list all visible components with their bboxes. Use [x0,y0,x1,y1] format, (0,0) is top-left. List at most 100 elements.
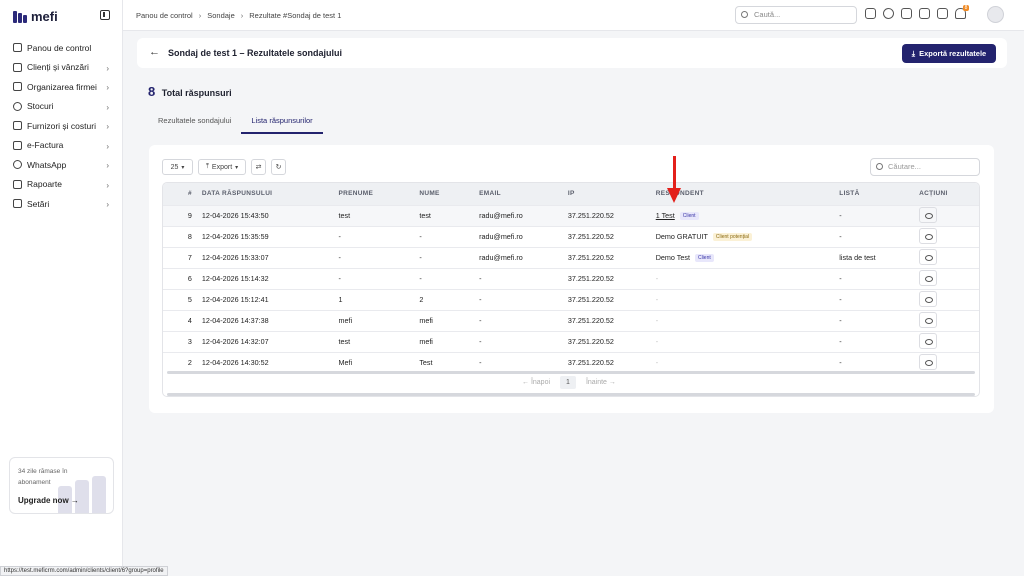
sidebar-item-label: Stocuri [27,101,54,112]
sidebar-nav: Panou de control Clienți și vânzări › Organ… [0,38,123,214]
export-dropdown-button[interactable]: ⤒ Export ▾ [198,159,246,175]
sidebar-item[interactable]: Rapoarte › [0,175,123,195]
respondent-cell: - [651,309,836,331]
chevron-down-icon: ▾ [181,164,185,171]
table-row[interactable]: 8 12-04-2026 15:35:59- - radu@mefi.ro 37.251… [163,225,979,247]
sidebar-item[interactable]: Panou de control [0,38,123,58]
gear-icon [13,199,22,209]
tab-responses-list[interactable]: Lista răspunsurilor [241,112,323,134]
sidebar-item[interactable]: WhatsApp › [0,155,123,175]
sidebar-item-label: WhatsApp [27,159,67,170]
respondent-link[interactable]: Demo Test [656,253,690,262]
total-responses: 8 Total răspunsuri [148,84,232,99]
tab-survey-results[interactable]: Rezultatele sondajului [148,112,241,134]
breadcrumb-item[interactable]: Sondaje [207,11,235,20]
column-header-email[interactable]: EMAIL [475,183,564,205]
list-cell: lista de test [835,246,916,268]
column-header-actions: ACȚIUNI [919,190,948,198]
last-name-cell: test [415,204,476,226]
table-row[interactable]: 6 12-04-2026 15:14:32- - -37.251.220.52- - [163,267,979,289]
bell-icon[interactable]: 8 [955,5,969,19]
report-icon [13,179,22,189]
first-name-cell: - [334,225,416,247]
avatar[interactable] [987,6,1004,23]
horizontal-scrollbar-bottom[interactable] [167,393,975,396]
column-header-list[interactable]: LISTĂ [835,183,915,205]
truck-icon [13,121,22,131]
chevron-right-icon: › [106,63,109,73]
export-results-button[interactable]: ⤓ Exportă rezultatele [902,44,996,63]
timer-icon[interactable] [883,8,894,19]
view-eye-icon[interactable] [919,332,938,349]
calendar-icon[interactable] [901,8,912,19]
sidebar-item-label: Furnizori și costuri [27,120,96,131]
respondent-link: - [655,358,659,368]
swap-columns-icon[interactable]: ⇄ [251,159,266,175]
breadcrumb-item[interactable]: Panou de control [136,11,193,20]
view-eye-icon[interactable] [919,290,938,307]
respondent-link[interactable]: Demo GRATUIT [656,232,708,241]
topbar: Panou de control › Sondaje › Rezultate #… [123,0,1024,31]
sidebar-item[interactable]: e-Factura › [0,136,123,156]
actions-cell [915,246,979,268]
table-row[interactable]: 4 12-04-2026 14:37:38 mefi mefi -37.251.220.… [163,309,979,331]
sidebar-item-label: Rapoarte [27,179,62,190]
pagination: ← Înapoi 1 Înainte → [522,376,616,389]
chat-icon[interactable] [937,8,948,19]
view-eye-icon[interactable] [919,248,938,265]
horizontal-scrollbar[interactable] [167,371,975,374]
next-page-button[interactable]: Înainte → [586,379,616,386]
table-row[interactable]: 3 12-04-2026 14:32:07 test mefi -37.251.220.… [163,330,979,352]
refresh-icon[interactable]: ↻ [271,159,286,175]
back-arrow-icon[interactable]: ← [149,46,160,58]
last-name-cell: - [415,246,476,268]
last-name-cell: - [415,225,476,247]
respondent-cell: - [651,351,836,373]
row-number-cell: 3 [163,330,198,352]
sidebar-item[interactable]: Clienți și vânzări › [0,58,123,78]
column-header-ip[interactable]: IP [564,183,652,205]
view-eye-icon[interactable] [919,206,938,223]
chevron-right-icon: › [198,11,202,20]
upgrade-now-link[interactable]: Upgrade now → [18,496,79,505]
responses-table: # DATA RĂSPUNSULUI PRENUME NUME EMAIL IP… [162,182,980,397]
email-cell: - [475,309,564,331]
table-row[interactable]: 7 12-04-2026 15:33:07- - radu@mefi.ro 37.251… [163,246,979,268]
whatsapp-icon [13,160,22,170]
table-row[interactable]: 5 12-04-2026 15:12:41 1 2-37.251.220.52- - [163,288,979,310]
actions-cell [915,351,979,373]
column-header-date[interactable]: DATA RĂSPUNSULUI [198,183,335,205]
column-header-last-name[interactable]: NUME [415,183,475,205]
email-cell: - [475,330,564,352]
view-eye-icon[interactable] [919,311,938,328]
column-header-number[interactable]: # [163,183,198,205]
sidebar-item[interactable]: Organizarea firmei › [0,77,123,97]
tasks-icon[interactable] [919,8,930,19]
row-number-cell: 8 [163,225,198,247]
sidebar-item[interactable]: Furnizori și costuri › [0,116,123,136]
sidebar-item-label: e-Factura [27,140,64,151]
sidebar-item[interactable]: Stocuri › [0,97,123,117]
respondent-cell: - [651,330,836,352]
view-eye-icon[interactable] [919,269,938,286]
last-name-cell: - [415,267,476,289]
view-eye-icon[interactable] [919,353,938,370]
add-icon[interactable] [865,8,876,19]
view-eye-icon[interactable] [919,227,938,244]
respondent-link[interactable]: 1 Test [656,211,675,220]
page-number-button[interactable]: 1 [560,376,576,389]
column-header-first-name[interactable]: PRENUME [335,183,416,205]
app-logo[interactable]: mefi [13,9,58,24]
collapse-sidebar-icon[interactable] [100,10,110,20]
global-search-input[interactable]: Caută... [735,6,857,24]
sidebar-item[interactable]: Setări › [0,194,123,214]
list-cell: - [835,288,916,310]
table-row[interactable]: 2 12-04-2026 14:30:52 Mefi Test -37.251.220.… [163,351,979,373]
last-name-cell: Test [415,351,476,373]
page-size-select[interactable]: 25 ▾ [162,159,193,175]
table-search-input[interactable]: Căutare... [870,158,980,176]
previous-page-button[interactable]: ← Înapoi [522,379,550,386]
sidebar-item-label: Organizarea firmei [27,81,97,92]
table-row[interactable]: 9 12-04-2026 15:43:50 test test radu@mefi.ro… [163,204,979,226]
email-cell: radu@mefi.ro [475,246,564,268]
